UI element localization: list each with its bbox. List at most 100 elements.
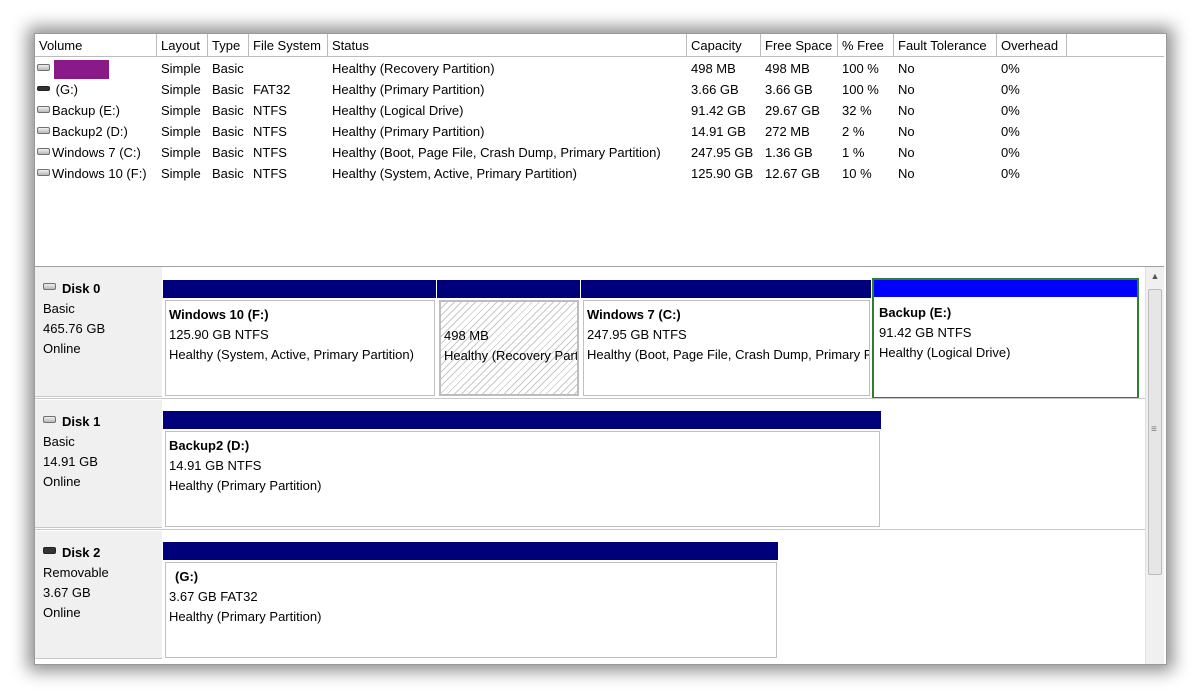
disk-type: Removable: [43, 565, 109, 580]
volume-fault-tolerance: No: [898, 61, 915, 76]
volume-list: Volume Layout Type File System Status Ca…: [35, 34, 1164, 267]
disk-divider: [35, 529, 1145, 530]
partition-backup-selected[interactable]: Backup (E:) 91.42 GB NTFS Healthy (Logic…: [872, 278, 1139, 399]
volume-capacity: 498 MB: [691, 61, 736, 76]
volume-overhead: 0%: [1001, 82, 1020, 97]
volume-percent-free: 100 %: [842, 61, 879, 76]
column-header-capacity[interactable]: Capacity: [687, 34, 761, 56]
disk-icon: [43, 283, 56, 291]
volume-free-space: 12.67 GB: [765, 166, 820, 181]
disk-2-label[interactable]: Disk 2 Removable 3.67 GB Online: [35, 531, 162, 659]
volume-fault-tolerance: No: [898, 166, 915, 181]
volume-layout: Simple: [161, 124, 201, 139]
volume-status: Healthy (Recovery Partition): [332, 61, 495, 76]
partition-name: Backup (E:): [879, 305, 952, 320]
volume-file-system: NTFS: [253, 103, 287, 118]
volume-capacity: 3.66 GB: [691, 82, 739, 97]
volume-type: Basic: [212, 61, 244, 76]
column-header-fault-tolerance[interactable]: Fault Tolerance: [894, 34, 997, 56]
disk-icon: [43, 416, 56, 424]
volume-percent-free: 32 %: [842, 103, 872, 118]
volume-free-space: 498 MB: [765, 61, 810, 76]
partition-info: Backup (E:) 91.42 GB NTFS Healthy (Logic…: [876, 299, 1136, 395]
volume-name-cell: (G:): [35, 79, 157, 100]
redacted-volume-name: [54, 59, 109, 79]
volume-name-cell: [35, 58, 157, 79]
volume-type: Basic: [212, 82, 244, 97]
volume-status: Healthy (System, Active, Primary Partiti…: [332, 166, 577, 181]
column-header-layout[interactable]: Layout: [157, 34, 208, 56]
volume-percent-free: 100 %: [842, 82, 879, 97]
disk-divider: [35, 398, 1145, 399]
volume-row[interactable]: Backup2 (D:) Simple Basic NTFS Healthy (…: [35, 121, 1164, 142]
volume-free-space: 272 MB: [765, 124, 810, 139]
disk-type: Basic: [43, 301, 75, 316]
column-header-file-system[interactable]: File System: [249, 34, 328, 56]
volume-free-space: 1.36 GB: [765, 145, 813, 160]
partition-bar: [163, 280, 436, 298]
disk-title: Disk 1: [62, 414, 101, 429]
scroll-up-arrow-icon[interactable]: ▲: [1146, 267, 1164, 285]
disk-state: Online: [43, 474, 81, 489]
column-header-type[interactable]: Type: [208, 34, 249, 56]
column-header-overhead[interactable]: Overhead: [997, 34, 1067, 56]
removable-disk-icon: [43, 547, 56, 555]
partition-bar: [163, 411, 881, 429]
volume-layout: Simple: [161, 61, 201, 76]
volume-capacity: 125.90 GB: [691, 166, 754, 181]
volume-row[interactable]: Windows 10 (F:) Simple Basic NTFS Health…: [35, 163, 1164, 184]
disk-1-label[interactable]: Disk 1 Basic 14.91 GB Online: [35, 400, 162, 528]
column-header-percent-free[interactable]: % Free: [838, 34, 894, 56]
partition-g[interactable]: (G:) 3.67 GB FAT32 Healthy (Primary Part…: [163, 542, 778, 660]
partition-recovery[interactable]: 498 MB Healthy (Recovery Partition): [437, 280, 580, 398]
volume-row[interactable]: Simple Basic Healthy (Recovery Partition…: [35, 58, 1164, 79]
volume-name-cell: Windows 7 (C:): [35, 142, 157, 163]
volume-file-system: NTFS: [253, 124, 287, 139]
partition-status: Healthy (Boot, Page File, Crash Dump, Pr…: [587, 347, 869, 362]
scrollbar-thumb[interactable]: ≡: [1148, 289, 1162, 575]
volume-type: Basic: [212, 145, 244, 160]
volume-layout: Simple: [161, 145, 201, 160]
volume-capacity: 247.95 GB: [691, 145, 754, 160]
vertical-scrollbar[interactable]: ▲ ≡: [1145, 267, 1164, 664]
volume-row[interactable]: Windows 7 (C:) Simple Basic NTFS Healthy…: [35, 142, 1164, 163]
column-header-volume[interactable]: Volume: [35, 34, 157, 56]
volume-row[interactable]: Backup (E:) Simple Basic NTFS Healthy (L…: [35, 100, 1164, 121]
volume-file-system: NTFS: [253, 145, 287, 160]
partition-status: Healthy (Logical Drive): [879, 345, 1011, 360]
partition-windows-7[interactable]: Windows 7 (C:) 247.95 GB NTFS Healthy (B…: [581, 280, 871, 398]
drive-icon: [37, 64, 50, 72]
volume-overhead: 0%: [1001, 103, 1020, 118]
partition-status: Healthy (Recovery Partition): [444, 348, 579, 363]
volume-type: Basic: [212, 166, 244, 181]
volume-status: Healthy (Boot, Page File, Crash Dump, Pr…: [332, 145, 661, 160]
partition-name: Windows 7 (C:): [587, 307, 681, 322]
disk-title: Disk 2: [62, 545, 101, 560]
disk-size: 3.67 GB: [43, 585, 91, 600]
column-header-free-space[interactable]: Free Space: [761, 34, 838, 56]
partition-status: Healthy (Primary Partition): [169, 609, 322, 624]
volume-overhead: 0%: [1001, 145, 1020, 160]
partition-windows-10[interactable]: Windows 10 (F:) 125.90 GB NTFS Healthy (…: [163, 280, 436, 398]
disk-state: Online: [43, 605, 81, 620]
disk-title: Disk 0: [62, 281, 101, 296]
volume-name: Windows 7 (C:): [52, 145, 141, 160]
partition-backup2[interactable]: Backup2 (D:) 14.91 GB NTFS Healthy (Prim…: [163, 411, 881, 529]
column-header-status[interactable]: Status: [328, 34, 687, 56]
volume-type: Basic: [212, 103, 244, 118]
volume-free-space: 3.66 GB: [765, 82, 813, 97]
partition-size: 3.67 GB FAT32: [169, 589, 258, 604]
volume-fault-tolerance: No: [898, 145, 915, 160]
volume-fault-tolerance: No: [898, 124, 915, 139]
volume-layout: Simple: [161, 103, 201, 118]
partition-bar: [874, 280, 1137, 297]
volume-type: Basic: [212, 124, 244, 139]
volume-name: (G:): [55, 82, 79, 97]
grip-icon: ≡: [1151, 424, 1157, 435]
volume-overhead: 0%: [1001, 124, 1020, 139]
partition-info: Windows 7 (C:) 247.95 GB NTFS Healthy (B…: [583, 300, 870, 396]
volume-status: Healthy (Primary Partition): [332, 82, 485, 97]
disk-0-label[interactable]: Disk 0 Basic 465.76 GB Online: [35, 267, 162, 397]
volume-row[interactable]: (G:) Simple Basic FAT32 Healthy (Primary…: [35, 79, 1164, 100]
drive-icon: [37, 127, 50, 135]
